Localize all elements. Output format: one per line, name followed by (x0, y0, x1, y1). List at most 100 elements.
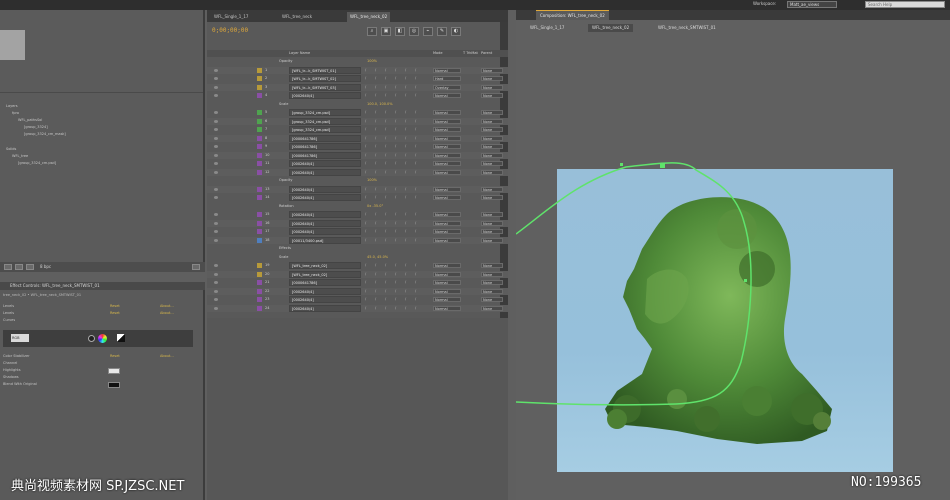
layer-switch-icon[interactable]: ∕ (395, 195, 396, 199)
visibility-eye-icon[interactable] (214, 196, 218, 199)
property-value[interactable]: 100% (367, 178, 377, 182)
blend-mode-select[interactable]: Normal (433, 212, 461, 217)
layer-name[interactable]: [0002640/4] (289, 304, 361, 312)
effect-row-label[interactable]: Levels (3, 311, 14, 315)
layer-switch-icon[interactable]: ∕ (385, 195, 386, 199)
layer-switch-icon[interactable]: ∕ (375, 229, 376, 233)
layer-switch-icon[interactable]: ∕ (405, 136, 406, 140)
layer-switch-icon[interactable]: ∕ (395, 110, 396, 114)
layer-row[interactable]: 16 [0002640/4] ∕ ∕ ∕ ∕ ∕ ∕ Normal None (207, 219, 508, 227)
layer-switch-icon[interactable]: ∕ (375, 119, 376, 123)
layer-switch-icon[interactable]: ∕ (415, 212, 416, 216)
layer-switch-icon[interactable]: ∕ (375, 238, 376, 242)
visibility-eye-icon[interactable] (214, 68, 218, 72)
layer-switch-icon[interactable]: ∕ (405, 153, 406, 157)
layer-switch-icon[interactable]: ∕ (405, 127, 406, 131)
visibility-eye-icon[interactable] (214, 264, 218, 267)
layer-name[interactable]: [WFL_tr...k_SMTWIST_02] (289, 75, 361, 82)
property-row[interactable]: Scale 100.0, 100.0% (207, 101, 508, 108)
layer-name[interactable]: [0002640/4] (289, 92, 361, 99)
blend-mode-select[interactable]: Normal (433, 297, 461, 302)
layer-switch-icon[interactable]: ∕ (365, 221, 366, 225)
layer-switch-icon[interactable]: ∕ (375, 187, 376, 191)
layer-label-color[interactable] (257, 84, 262, 90)
layer-switch-icon[interactable]: ∕ (415, 136, 416, 140)
project-item[interactable]: Solids (6, 147, 16, 151)
visibility-eye-icon[interactable] (214, 77, 218, 80)
layer-name[interactable]: [group_3324_cm.psd] (289, 109, 361, 116)
layer-switch-icon[interactable]: ∕ (365, 238, 366, 242)
layer-row[interactable]: 11 [0002640/4] ∕ ∕ ∕ ∕ ∕ ∕ Normal None (207, 160, 508, 167)
layer-switch-icon[interactable]: ∕ (405, 263, 406, 267)
layer-switch-icon[interactable]: ∕ (365, 161, 366, 165)
visibility-eye-icon[interactable] (214, 230, 218, 233)
parent-select[interactable]: None (481, 220, 503, 226)
layer-row[interactable]: 10 [0000641786] ∕ ∕ ∕ ∕ ∕ ∕ Normal None (207, 151, 508, 159)
layer-switch-icon[interactable]: ∕ (405, 170, 406, 174)
layer-switch-icon[interactable]: ∕ (385, 289, 386, 293)
blend-mode-select[interactable]: Normal (433, 161, 461, 166)
effect-about-link[interactable]: About... (160, 311, 174, 315)
layer-switch-icon[interactable]: ∕ (375, 170, 376, 174)
layer-switch-icon[interactable]: ∕ (365, 187, 366, 191)
layer-switch-icon[interactable]: ∕ (395, 76, 396, 80)
comp-mini-icon[interactable]: ▣ (381, 27, 391, 36)
layer-switch-icon[interactable]: ∕ (385, 110, 386, 114)
blend-mode-select[interactable]: Normal (433, 271, 461, 277)
layer-name[interactable]: [0002640/4] (289, 211, 361, 218)
blend-mode-select[interactable]: Normal (433, 263, 461, 268)
layer-switch-icon[interactable]: ∕ (395, 212, 396, 216)
blend-mode-select[interactable]: Normal (433, 280, 461, 285)
property-row[interactable]: Scale 45.0, 45.0% (207, 254, 508, 261)
blend-mode-select[interactable]: Normal (433, 237, 461, 243)
layer-switch-icon[interactable]: ∕ (365, 229, 366, 233)
comp-breadcrumb-item[interactable]: WFL_Single_1_17 (526, 24, 568, 32)
blend-mode-select[interactable]: Normal (433, 169, 461, 175)
layer-switch-icon[interactable]: ∕ (365, 136, 366, 140)
layer-switch-icon[interactable]: ∕ (415, 272, 416, 276)
new-folder-icon[interactable] (15, 264, 23, 270)
visibility-eye-icon[interactable] (214, 111, 218, 114)
parent-select[interactable]: None (481, 161, 503, 166)
comp-breadcrumb-item[interactable]: WFL_tree_neck_02 (588, 24, 634, 32)
layer-row[interactable]: 3 [WFL_tr...k_SMTWIST_03] ∕ ∕ ∕ ∕ ∕ ∕ Overlay Non… (207, 83, 508, 91)
layer-label-color[interactable] (257, 237, 262, 243)
layer-switch-icon[interactable]: ∕ (405, 238, 406, 242)
layer-switch-icon[interactable]: ∕ (385, 221, 386, 225)
layer-switch-icon[interactable]: ∕ (415, 297, 416, 301)
layer-label-color[interactable] (257, 152, 262, 158)
parent-select[interactable]: None (481, 263, 503, 268)
layer-name[interactable]: [group_3324_cm.psd] (289, 126, 361, 133)
composition-viewer[interactable] (516, 32, 950, 500)
layer-switch-icon[interactable]: ∕ (395, 280, 396, 284)
composition-tab[interactable]: Composition: WFL_tree_neck_02 (536, 10, 609, 20)
layer-switch-icon[interactable]: ∕ (385, 212, 386, 216)
layer-name[interactable]: [0002640/4] (289, 296, 361, 303)
visibility-eye-icon[interactable] (214, 187, 218, 191)
levels-icon[interactable] (117, 334, 125, 342)
layer-name[interactable]: [group_3324_cm.psd] (289, 117, 361, 125)
layer-switch-icon[interactable]: ∕ (375, 136, 376, 140)
visibility-eye-icon[interactable] (214, 85, 218, 89)
layer-switch-icon[interactable]: ∕ (415, 170, 416, 174)
layer-switch-icon[interactable]: ∕ (365, 306, 366, 310)
layer-switch-icon[interactable]: ∕ (375, 263, 376, 267)
layer-name[interactable]: [0002640/4] (289, 194, 361, 201)
layer-switch-icon[interactable]: ∕ (375, 306, 376, 310)
layer-switch-icon[interactable]: ∕ (415, 110, 416, 114)
effect-row-label[interactable]: Highlights (3, 368, 21, 372)
search-help-input[interactable]: Search Help (865, 1, 945, 8)
highlight-color-swatch[interactable] (108, 368, 120, 374)
layer-switch-icon[interactable]: ∕ (405, 212, 406, 216)
visibility-eye-icon[interactable] (214, 136, 218, 140)
layer-label-color[interactable] (257, 144, 262, 149)
layer-switch-icon[interactable]: ∕ (405, 229, 406, 233)
parent-select[interactable]: None (481, 186, 503, 192)
project-item[interactable]: Layers (6, 104, 18, 108)
color-wheel-icon[interactable] (98, 334, 107, 343)
layer-switch-icon[interactable]: ∕ (405, 110, 406, 114)
layer-switch-icon[interactable]: ∕ (385, 119, 386, 123)
layer-name[interactable]: [0000641786] (289, 134, 361, 142)
layer-switch-icon[interactable]: ∕ (415, 153, 416, 157)
parent-select[interactable]: None (481, 84, 503, 90)
